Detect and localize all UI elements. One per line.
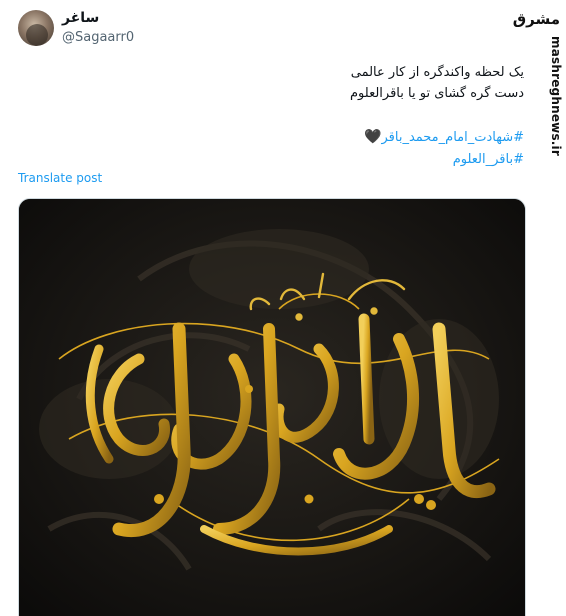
hashtag-text[interactable]: #شهادت_امام_محمد_باقر: [381, 130, 524, 145]
watermark-url: mashreghnews.ir: [549, 36, 563, 156]
tweet-card: ساغر @Sagaarr0 یک لحظه واکندگره از کار ع…: [0, 0, 541, 616]
post-text-line: یک لحظه واکندگره از کار عالمی: [350, 65, 524, 80]
calligraphy-artwork: [19, 199, 525, 616]
author-handle[interactable]: @Sagaarr0: [62, 30, 134, 45]
watermark-strip: مشرق mashreghnews.ir: [513, 0, 566, 616]
hashtag-link[interactable]: #باقر_العلوم: [24, 149, 524, 171]
post-text: یک لحظه واکندگره از کار عالمی دست گره گش…: [24, 62, 524, 104]
author-avatar[interactable]: [18, 10, 54, 46]
post-image[interactable]: [18, 198, 526, 616]
translate-post-link[interactable]: Translate post: [18, 171, 102, 185]
post-text-line: دست گره گشای تو یا باقرالعلوم: [350, 86, 524, 101]
black-heart-icon: 🖤: [364, 129, 382, 145]
mashregh-logo: مشرق: [512, 10, 560, 28]
hashtag-list: #شهادت_امام_محمد_باقر🖤 #باقر_العلوم: [24, 126, 524, 171]
hashtag-link[interactable]: #شهادت_امام_محمد_باقر🖤: [24, 126, 524, 149]
author-display-name[interactable]: ساغر: [62, 10, 99, 26]
screenshot-frame: ساغر @Sagaarr0 یک لحظه واکندگره از کار ع…: [0, 0, 566, 616]
